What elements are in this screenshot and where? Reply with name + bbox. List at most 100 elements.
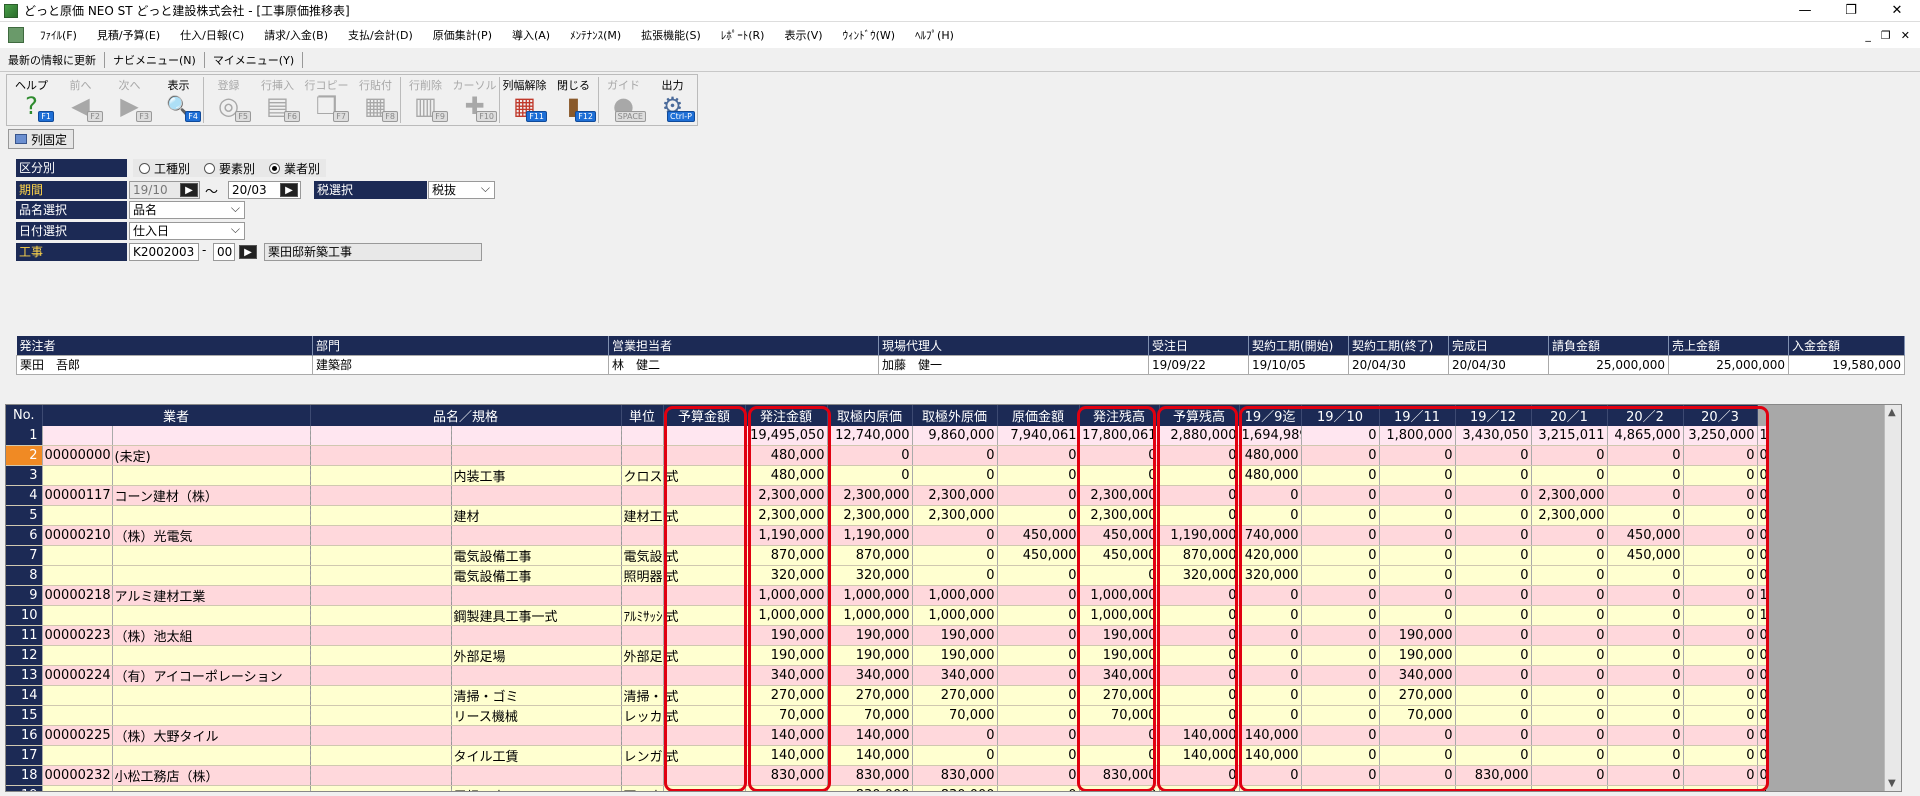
menu-help[interactable]: ﾍﾙﾌﾟ(H) <box>905 27 964 43</box>
table-row[interactable]: 13 00000224 （有）アイコーポレーション 340,000 340,000 340… <box>6 665 1768 686</box>
item-select[interactable]: 品名 <box>129 200 245 219</box>
menu-window[interactable]: ｳｨﾝﾄﾞｳ(W) <box>833 27 905 43</box>
toolbar-button-f1[interactable]: ヘルプ? F1 <box>7 75 56 125</box>
table-row[interactable]: 7電気設備工事電気設備工事一式式870,000870,0000450,00045… <box>6 545 1768 566</box>
table-row[interactable]: 5建材建材工事一式式2,300,0002,300,0002,300,00002,… <box>6 505 1768 526</box>
grid-column-header[interactable]: 原価金額 <box>997 405 1080 426</box>
menu-view[interactable]: 表示(V) <box>774 27 832 43</box>
grid-column-header[interactable]: 19／12 <box>1455 405 1532 426</box>
menu-report[interactable]: ﾚﾎﾟｰﾄ(R) <box>711 27 775 43</box>
close-button[interactable]: ✕ <box>1874 0 1920 22</box>
grid-column-header[interactable]: No. <box>6 405 43 426</box>
amount-cell: 0 <box>1379 445 1456 466</box>
my-menu-button[interactable]: マイメニュー(Y) <box>205 51 304 68</box>
toolbar-label: 出力 <box>661 79 684 92</box>
amount-cell: 0 <box>912 565 998 586</box>
scroll-down-icon[interactable]: ▼ <box>1888 778 1896 789</box>
table-row[interactable]: 4 00000117 コーン建材（株） 2,300,000 2,300,000 2,300… <box>6 485 1768 506</box>
amount-cell: 480,000 <box>745 445 828 466</box>
period-to-picker-button[interactable]: ▶ <box>280 183 298 197</box>
menu-cost[interactable]: 原価集計(P) <box>423 27 502 43</box>
menu-extensions[interactable]: 拡張機能(S) <box>631 27 711 43</box>
grid-column-header[interactable]: 取極内原価 <box>827 405 913 426</box>
radio-work-type[interactable]: 工種別 <box>139 160 190 177</box>
amount-cell: 0 <box>1079 565 1160 586</box>
table-row[interactable]: 8電気設備工事照明器具工事一式式320,000320,000000320,000… <box>6 565 1768 586</box>
grid-column-header[interactable]: 予算残高 <box>1159 405 1240 426</box>
table-row[interactable]: 16 00000225 （株）大野タイル 140,000 140,000 0 0 0 140,0… <box>6 725 1768 746</box>
project-branch-input[interactable]: 00 <box>213 243 235 261</box>
toolbar-button-f6[interactable]: 行挿入 ▤ F6 <box>253 75 302 125</box>
radio-vendor[interactable]: 業者別 <box>269 160 320 177</box>
grid-column-header[interactable]: 取極外原価 <box>912 405 998 426</box>
table-row[interactable]: 19屋根工事瓦工事式830,000830,000830,0000830,0000… <box>6 785 1768 791</box>
mdi-restore-button[interactable]: ❐ <box>1881 29 1891 42</box>
info-header: 現場代理人 <box>878 336 1149 355</box>
grid-column-header[interactable]: 20／2 <box>1607 405 1684 426</box>
cost-grid-container[interactable]: No. 業者 品名／規格 単位 予算金額 発注金額 取極内原価 取極外原価 原価金額 発注残高 予算… <box>5 404 1902 792</box>
menu-maintenance[interactable]: ﾒﾝﾃﾅﾝｽ(M) <box>560 27 631 43</box>
scroll-up-icon[interactable]: ▲ <box>1888 407 1896 418</box>
grid-column-header[interactable]: 19／11 <box>1379 405 1456 426</box>
period-from-picker-button[interactable]: ▶ <box>180 183 198 197</box>
refresh-button[interactable]: 最新の情報に更新 <box>0 51 105 68</box>
amount-cell: 0 <box>1455 625 1532 646</box>
project-code-input[interactable]: K2002003 <box>129 243 199 261</box>
grid-column-header[interactable]: 20／1 <box>1531 405 1608 426</box>
fix-columns-button[interactable]: 列固定 <box>8 129 75 149</box>
table-row[interactable]: 6 00000210 （株）光電気 1,190,000 1,190,000 0 450,00… <box>6 525 1768 546</box>
table-row[interactable]: 12外部足場外部足場式190,000190,000190,0000190,000… <box>6 645 1768 666</box>
toolbar-button-f9[interactable]: 行削除 ▥ F9 <box>401 75 450 125</box>
menu-payment[interactable]: 支払/会計(D) <box>338 27 423 43</box>
navi-menu-button[interactable]: ナビメニュー(N) <box>105 51 205 68</box>
table-row[interactable]: 15リース機械レッカー式70,00070,00070,000070,000000… <box>6 705 1768 726</box>
table-row[interactable]: 18 00000232 小松工務店（株） 830,000 830,000 830,000 0… <box>6 765 1768 786</box>
minimize-button[interactable]: — <box>1782 0 1828 22</box>
table-row[interactable]: 1 19,495,050 12,740,000 9,860,000 7,940,061 1… <box>6 426 1768 446</box>
grid-column-header[interactable]: 予算金額 <box>663 405 746 426</box>
vertical-scrollbar[interactable]: ▲ ▼ <box>1884 405 1901 791</box>
toolbar-button-ctrl-p[interactable]: 出力 ⚙ Ctrl-P <box>648 75 697 125</box>
toolbar-button-f5[interactable]: 登録 ◎ F5 <box>204 75 253 125</box>
grid-column-header[interactable]: 業者 <box>42 405 311 426</box>
blank-cell <box>310 685 452 706</box>
date-select[interactable]: 仕入日 <box>129 221 245 240</box>
menu-billing[interactable]: 請求/入金(B) <box>254 27 338 43</box>
mdi-minimize-button[interactable]: _ <box>1865 29 1871 42</box>
menu-setup[interactable]: 導入(A) <box>502 27 560 43</box>
radio-element[interactable]: 要素別 <box>204 160 255 177</box>
table-row[interactable]: 11 00000223 （株）池太組 190,000 190,000 190,000 0 19… <box>6 625 1768 646</box>
grid-column-header[interactable]: 単位 <box>621 405 664 426</box>
menu-purchase[interactable]: 仕入/日報(C) <box>170 27 254 43</box>
toolbar-button-f4[interactable]: 表示 🔍 F4 <box>154 75 203 125</box>
grid-column-header[interactable]: 発注金額 <box>745 405 828 426</box>
restore-button[interactable]: ❐ <box>1828 0 1874 22</box>
table-row[interactable]: 10 鋼製建具工事一式 ｱﾙﾐｻｯｼ式 1,000,000 1,000,000 1,000… <box>6 605 1768 626</box>
table-row[interactable]: 9 00000218 アルミ建材工業 1,000,000 1,000,000 1,000,… <box>6 585 1768 606</box>
blank-cell <box>310 665 452 686</box>
table-row[interactable]: 200000000(未定)480,00000000480,0000000000 <box>6 445 1768 466</box>
toolbar-button-f3[interactable]: 次へ ▶ F3 <box>105 75 154 125</box>
grid-column-header[interactable]: 19／10 <box>1301 405 1380 426</box>
toolbar-button-f10[interactable]: カーソル ✚ F10 <box>450 75 499 125</box>
grid-column-header[interactable]: 19／9迄 <box>1239 405 1302 426</box>
toolbar-button-f2[interactable]: 前へ ◀ F2 <box>56 75 105 125</box>
table-row[interactable]: 14清掃・ゴミ清掃・ゴミ処理式270,000270,000270,0000270… <box>6 685 1768 706</box>
project-picker-button[interactable]: ▶ <box>239 245 257 259</box>
toolbar-button-f11[interactable]: 列幅解除 ▦ F11 <box>500 75 549 125</box>
table-row[interactable]: 17タイル工賃レンガ工賃式140,000140,000000140,000140… <box>6 745 1768 766</box>
grid-column-header[interactable]: 20／3 <box>1683 405 1758 426</box>
grid-column-header[interactable]: 品名／規格 <box>310 405 622 426</box>
tax-select[interactable]: 税抜 <box>428 180 495 199</box>
menu-estimate[interactable]: 見積/予算(E) <box>87 27 170 43</box>
amount-cell: 1,800,000 <box>1379 426 1456 446</box>
toolbar-button-space[interactable]: ガイド ● SPACE <box>599 75 648 125</box>
grid-column-header[interactable]: 発注残高 <box>1079 405 1160 426</box>
amount-cell: 0 <box>1607 705 1684 726</box>
table-row[interactable]: 3内装工事クロス式480,00000000480,0000000000 <box>6 465 1768 486</box>
toolbar-button-f7[interactable]: 行コピー ❐ F7 <box>302 75 351 125</box>
toolbar-button-f8[interactable]: 行貼付 ▦ F8 <box>351 75 400 125</box>
toolbar-button-f12[interactable]: 閉じる ▮ F12 <box>549 75 598 125</box>
menu-file[interactable]: ﾌｧｲﾙ(F) <box>30 27 87 43</box>
mdi-close-button[interactable]: ✕ <box>1901 29 1910 42</box>
